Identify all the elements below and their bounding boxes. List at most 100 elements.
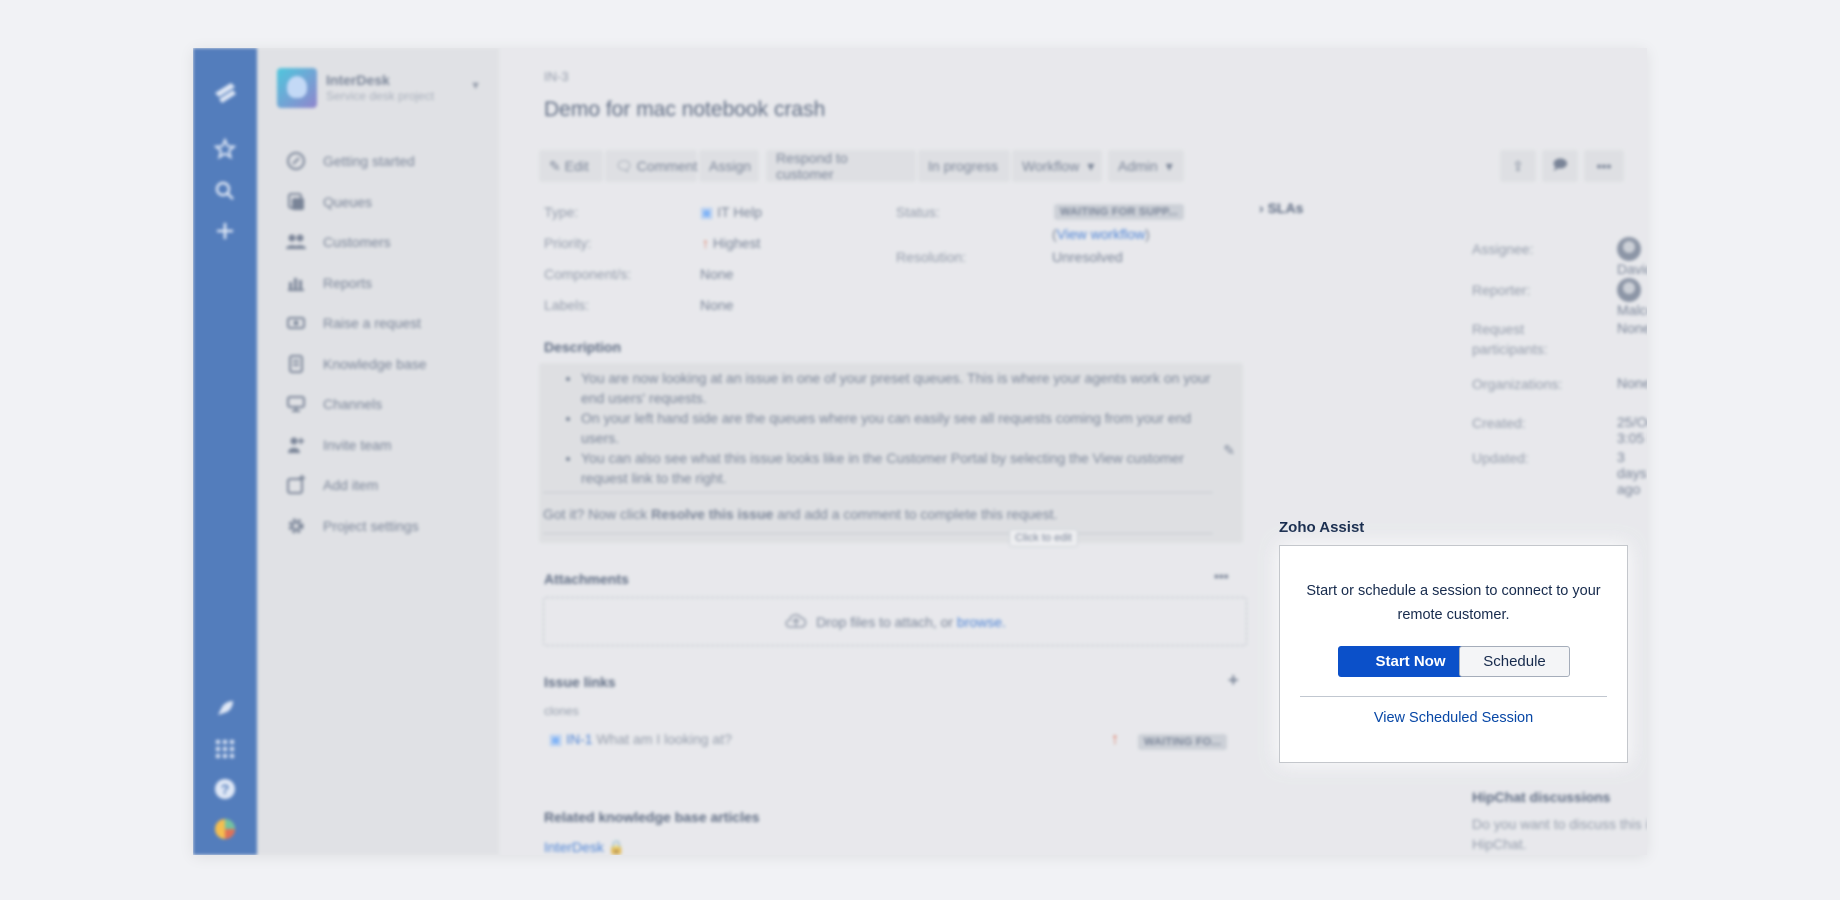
sidebar-item-raise-request[interactable]: Raise a request xyxy=(257,303,499,344)
sidebar-item-label: Invite team xyxy=(323,436,392,453)
project-switcher[interactable]: InterDesk Service desk project ▼ xyxy=(277,68,487,108)
link-relation: clones xyxy=(544,704,579,718)
comment-button[interactable]: 🗨 Comment xyxy=(605,150,697,182)
user-avatar-icon[interactable] xyxy=(193,816,257,841)
sidebar-item-queues[interactable]: Queues xyxy=(257,182,499,223)
admin-dropdown[interactable]: Admin ▾ xyxy=(1108,150,1184,182)
priority-value[interactable]: ↑ Highest xyxy=(702,235,760,251)
list-item: On your left hand side are the queues wh… xyxy=(581,408,1221,448)
share-icon[interactable]: ⇪ xyxy=(1500,150,1536,182)
issue-title[interactable]: Demo for mac notebook crash xyxy=(544,98,825,122)
sidebar-item-project-settings[interactable]: Project settings xyxy=(257,506,499,547)
updated-value: 3 days ago xyxy=(1617,449,1647,497)
help-icon[interactable]: ? xyxy=(193,776,257,801)
sidebar-item-invite-team[interactable]: Invite team xyxy=(257,425,499,466)
issue-key-breadcrumb[interactable]: IN-3 xyxy=(544,69,569,84)
in-progress-button[interactable]: In progress xyxy=(918,150,1010,182)
svg-text:?: ? xyxy=(221,781,230,797)
sidebar-item-add-item[interactable]: Add item xyxy=(257,465,499,506)
attachment-dropzone[interactable]: Drop files to attach, or browse. xyxy=(543,597,1247,646)
divider xyxy=(543,533,1213,534)
organizations-label: Organizations: xyxy=(1472,376,1563,392)
feedback-icon[interactable]: 🗩 xyxy=(1542,150,1578,182)
assignee-value[interactable]: David xyxy=(1617,237,1647,277)
participants-label: Request participants: xyxy=(1472,321,1548,357)
workflow-dropdown[interactable]: Workflow ▾ xyxy=(1012,150,1102,182)
global-nav: ? xyxy=(193,48,257,855)
project-avatar xyxy=(277,68,317,108)
sidebar-item-label: Channels xyxy=(323,396,383,413)
created-value: 25/Oct/18 3:05 PM xyxy=(1617,414,1647,446)
respond-to-customer-button[interactable]: Respond to customer xyxy=(766,150,916,182)
view-workflow[interactable]: (View workflow) xyxy=(1052,226,1150,242)
gear-icon xyxy=(285,515,307,537)
it-help-icon: ▣ xyxy=(700,204,718,220)
status-badge[interactable]: WAITING FOR SUPP... xyxy=(1054,204,1184,220)
more-icon[interactable]: ••• xyxy=(1214,568,1229,584)
organizations-value[interactable]: None xyxy=(1617,375,1647,391)
priority-highest-icon: ↑ xyxy=(1111,731,1119,748)
kb-link[interactable]: InterDesk 🔒 xyxy=(544,839,625,855)
customers-icon xyxy=(285,231,307,253)
compass-icon xyxy=(285,150,307,172)
description-footer: Got it? Now click Resolve this issue and… xyxy=(543,506,1058,522)
sidebar-item-label: Knowledge base xyxy=(323,355,427,372)
sidebar-item-customers[interactable]: Customers xyxy=(257,222,499,263)
slas-toggle[interactable]: › SLAs xyxy=(1259,200,1303,216)
jira-logo-icon[interactable] xyxy=(193,78,257,105)
rocket-icon[interactable] xyxy=(193,696,257,720)
priority-highest-icon: ↑ xyxy=(702,235,713,251)
avatar xyxy=(1617,278,1641,302)
sidebar-item-channels[interactable]: Channels xyxy=(257,384,499,425)
reports-icon xyxy=(285,272,307,294)
reporter-value[interactable]: Malcolm xyxy=(1617,278,1647,318)
queues-icon xyxy=(285,191,307,213)
resolution-label: Resolution: xyxy=(896,249,967,265)
view-scheduled-session-link[interactable]: View Scheduled Session xyxy=(1280,710,1627,726)
edit-button[interactable]: ✎ Edit xyxy=(539,150,603,182)
create-plus-icon[interactable] xyxy=(193,218,257,242)
star-icon[interactable] xyxy=(193,136,257,160)
lock-icon: 🔒 xyxy=(607,839,626,855)
assign-button[interactable]: Assign xyxy=(699,150,759,182)
add-link-icon[interactable]: + xyxy=(1228,670,1239,691)
chevron-down-icon: ▾ xyxy=(1165,157,1173,174)
sidebar-item-reports[interactable]: Reports xyxy=(257,263,499,304)
status-label: Status: xyxy=(896,204,940,220)
participants-value[interactable]: None xyxy=(1617,320,1647,336)
type-label: Type: xyxy=(544,204,579,220)
sidebar-item-knowledge-base[interactable]: Knowledge base xyxy=(257,344,499,385)
linked-issue[interactable]: ▣ IN-1 What am I looking at? xyxy=(549,731,732,748)
zoho-assist-message: Start or schedule a session to connect t… xyxy=(1306,583,1601,623)
pencil-icon[interactable]: ✎ xyxy=(1223,442,1235,459)
sidebar-item-getting-started[interactable]: Getting started xyxy=(257,141,499,182)
status-badge: WAITING FO... xyxy=(1138,734,1228,750)
assignee-label: Assignee: xyxy=(1472,241,1534,257)
type-value[interactable]: ▣ IT Help xyxy=(700,204,762,221)
labels-value[interactable]: None xyxy=(700,297,733,313)
sidebar-nav: Getting started Queues Customers Reports… xyxy=(257,141,499,546)
components-label: Component/s: xyxy=(544,266,632,282)
divider xyxy=(543,492,1213,493)
created-label: Created: xyxy=(1472,415,1526,431)
schedule-button[interactable]: Schedule xyxy=(1459,646,1570,677)
invite-team-icon xyxy=(285,434,307,456)
zoho-assist-title: Zoho Assist xyxy=(1279,519,1365,536)
apps-grid-icon[interactable] xyxy=(193,736,257,760)
toolbar-group-edit: ✎ Edit 🗨 Comment Assign xyxy=(539,150,791,182)
hipchat-heading: HipChat discussions xyxy=(1472,789,1611,805)
sidebar-item-label: Reports xyxy=(323,274,373,291)
search-icon[interactable] xyxy=(193,178,257,202)
click-to-edit-tooltip: Click to edit xyxy=(1009,529,1078,547)
components-value[interactable]: None xyxy=(700,266,733,282)
issue-links-heading: Issue links xyxy=(544,674,616,690)
project-subtitle: Service desk project xyxy=(326,89,435,103)
it-help-icon: ▣ xyxy=(549,731,567,747)
chevron-down-icon[interactable]: ▼ xyxy=(470,80,481,92)
list-item: You can also see what this issue looks l… xyxy=(581,448,1221,488)
attachments-heading: Attachments xyxy=(544,571,629,587)
knowledge-base-icon xyxy=(285,353,307,375)
browse-link[interactable]: browse. xyxy=(957,614,1006,630)
description-panel[interactable]: You are now looking at an issue in one o… xyxy=(539,363,1243,543)
more-actions-icon[interactable]: ••• xyxy=(1584,150,1624,182)
